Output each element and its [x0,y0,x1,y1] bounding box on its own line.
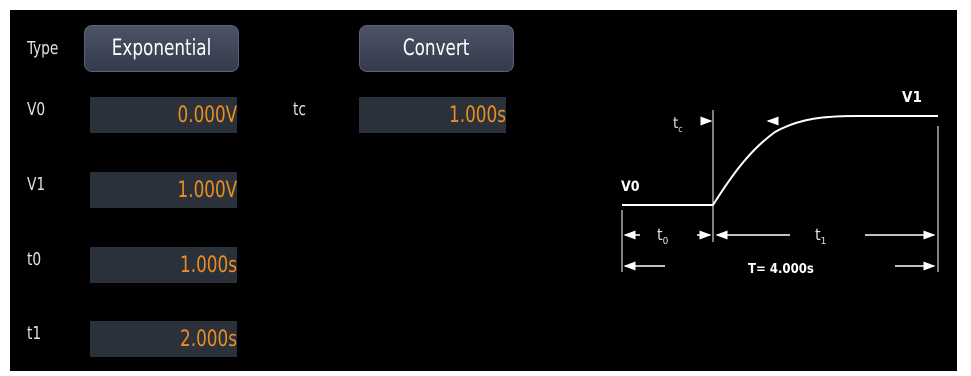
tc-diagram-label: tc [673,114,683,135]
waveform-diagram: tc V0 V1 t0 t1 T= 4.000s [621,88,939,277]
waveform-curve [622,115,938,206]
v1-diagram-label: V1 [902,88,922,106]
exponential-waveform-panel: Type V0 V1 t0 t1 Exponential Convert 0.0… [10,10,957,371]
t0-diagram-label: t0 [657,225,669,247]
period-label: T= 4.000s [748,262,814,277]
t1-diagram-label: t1 [815,225,826,247]
t0-diagram-sub: 0 [663,236,669,247]
tc-diagram-sub: c [678,125,682,135]
t1-diagram-sub: 1 [821,236,827,247]
v0-diagram-label: V0 [621,179,640,195]
